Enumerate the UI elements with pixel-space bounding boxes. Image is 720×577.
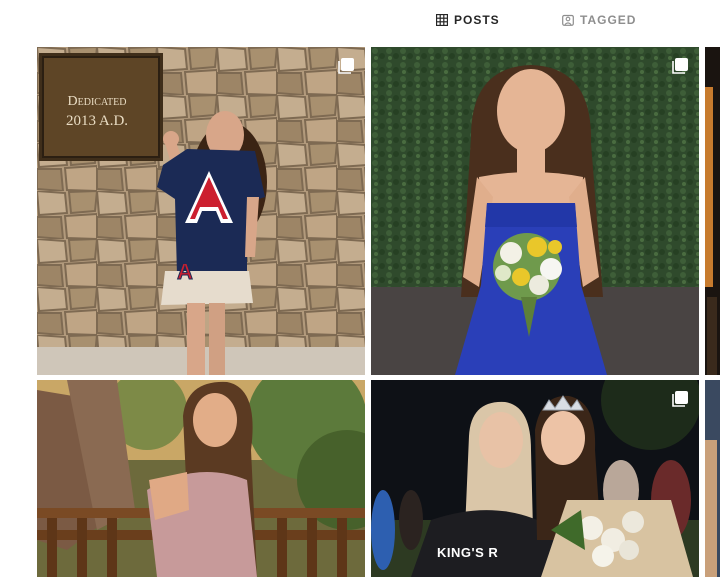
- plaque-line-1: Dedicated: [68, 94, 127, 109]
- post-5-photo: KING'S R: [371, 380, 699, 577]
- post-2-photo: [371, 47, 699, 375]
- post-thumbnail-3[interactable]: [705, 47, 720, 375]
- tab-tagged[interactable]: TAGGED: [562, 10, 636, 30]
- post-5-multiple-photos-icon: [672, 391, 688, 407]
- post-3-photo: [705, 47, 720, 375]
- post-thumbnail-1[interactable]: Dedicated 2013 A.D. A: [37, 47, 365, 375]
- post-1-multiple-photos-icon: [338, 58, 354, 74]
- tab-posts-label: POSTS: [454, 13, 500, 27]
- post-thumbnail-6[interactable]: [705, 380, 720, 577]
- tagged-icon: [562, 14, 574, 26]
- tab-posts[interactable]: POSTS: [436, 10, 500, 30]
- post-1-photo: Dedicated 2013 A.D. A: [37, 47, 365, 375]
- post-thumbnail-2[interactable]: [371, 47, 699, 375]
- grid-icon: [436, 14, 448, 26]
- shirt-letter: A: [177, 259, 193, 284]
- post-4-photo: [37, 380, 365, 577]
- post-thumbnail-4[interactable]: [37, 380, 365, 577]
- tab-tagged-label: TAGGED: [580, 13, 637, 27]
- post-thumbnail-5[interactable]: KING'S R: [371, 380, 699, 577]
- shirt-text: KING'S R: [437, 545, 498, 560]
- posts-grid: Dedicated 2013 A.D. A KING'S R: [37, 47, 720, 577]
- post-2-multiple-photos-icon: [672, 58, 688, 74]
- profile-tabs: POSTS TAGGED: [0, 0, 720, 40]
- post-6-photo: [705, 380, 720, 577]
- plaque-line-2: 2013 A.D.: [66, 113, 128, 129]
